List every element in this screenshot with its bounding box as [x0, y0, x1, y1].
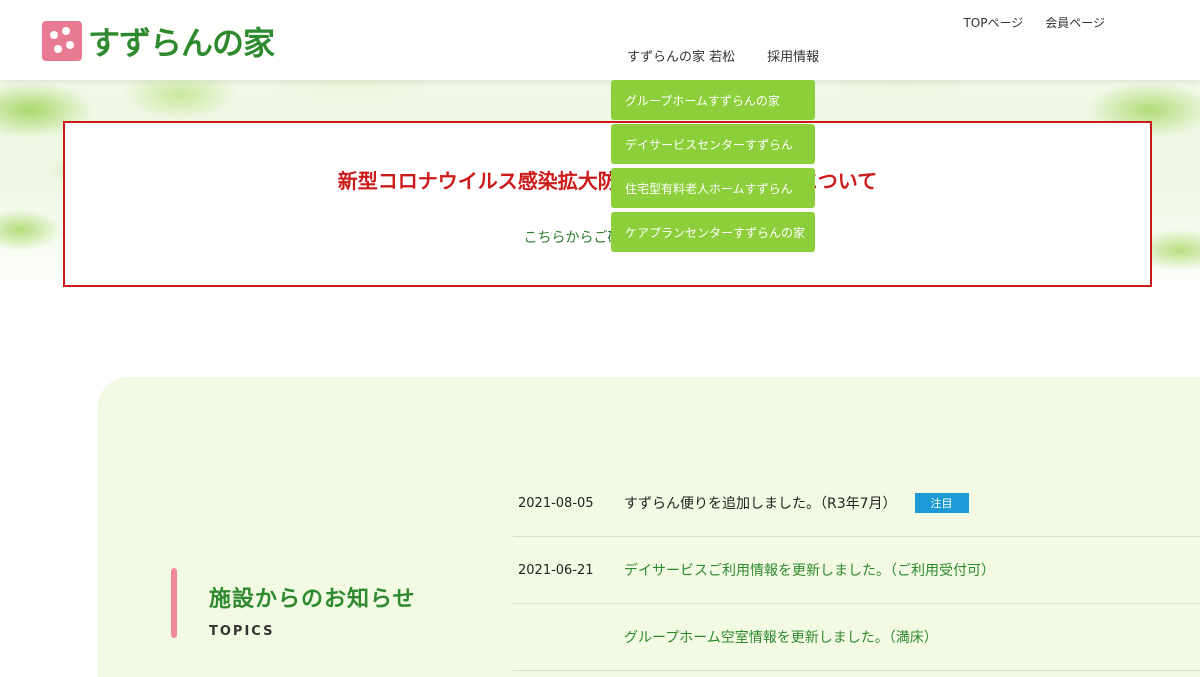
news-item[interactable]: グループホーム空室情報を更新しました。（満床）	[513, 604, 1200, 671]
nav-item-recruit[interactable]: 採用情報	[767, 46, 819, 65]
site-logo[interactable]: すずらんの家	[42, 18, 275, 64]
news-item[interactable]: 2021-08-05 すずらん便りを追加しました。（R3年7月） 注目	[513, 470, 1200, 537]
main-nav: すずらんの家 若松 採用情報	[627, 46, 819, 65]
news-list: 2021-08-05 すずらん便りを追加しました。（R3年7月） 注目 2021…	[513, 470, 1200, 671]
dropdown-item-residential-home[interactable]: 住宅型有料老人ホームすずらん	[611, 168, 815, 208]
dropdown-item-group-home[interactable]: グループホームすずらんの家	[611, 80, 815, 120]
news-text[interactable]: グループホーム空室情報を更新しました。（満床）	[624, 627, 938, 647]
logo-text: すずらんの家	[88, 24, 275, 62]
nav-item-wakamatsu[interactable]: すずらんの家 若松	[627, 46, 735, 65]
notice-link[interactable]: こちらからご確認ください	[65, 227, 1150, 247]
news-text[interactable]: すずらん便りを追加しました。（R3年7月）	[624, 493, 897, 513]
news-text[interactable]: デイサービスご利用情報を更新しました。（ご利用受付可）	[624, 560, 995, 580]
top-links: TOPページ 会員ページ	[963, 14, 1105, 31]
top-page-link[interactable]: TOPページ	[963, 14, 1023, 31]
section-title: 施設からのお知らせ	[209, 587, 416, 612]
news-date: 2021-06-21	[518, 562, 594, 578]
facility-dropdown-menu: グループホームすずらんの家 デイサービスセンターすずらん 住宅型有料老人ホームす…	[611, 80, 815, 256]
dropdown-item-day-service[interactable]: デイサービスセンターすずらん	[611, 124, 815, 164]
news-item[interactable]: 2021-06-21 デイサービスご利用情報を更新しました。（ご利用受付可）	[513, 537, 1200, 604]
notice-title: 新型コロナウイルス感染拡大防止に伴う入館再規制について	[337, 169, 878, 193]
section-accent-bar	[171, 568, 177, 638]
featured-badge: 注目	[914, 493, 969, 513]
site-header: すずらんの家 TOPページ 会員ページ すずらんの家 若松 採用情報	[0, 0, 1200, 80]
dropdown-item-care-plan[interactable]: ケアプランセンターすずらんの家	[611, 212, 815, 252]
news-date: 2021-08-05	[518, 495, 594, 511]
lily-logo-icon	[42, 21, 82, 61]
member-page-link[interactable]: 会員ページ	[1045, 14, 1105, 31]
covid-notice: 新型コロナウイルス感染拡大防止に伴う入館再規制について こちらからご確認ください	[63, 121, 1152, 287]
